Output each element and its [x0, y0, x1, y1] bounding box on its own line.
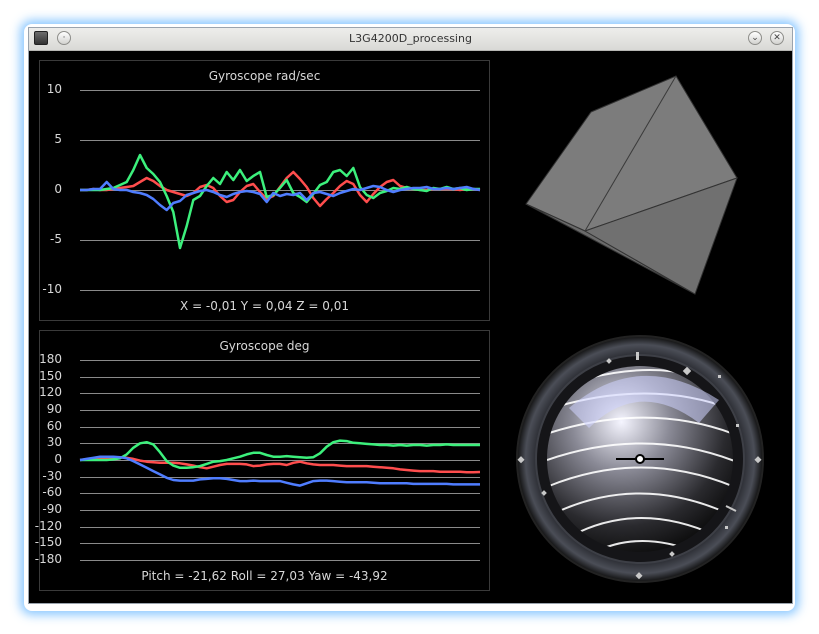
app-window: · L3G4200D_processing ⌄ ✕ Gyroscope rad/…: [28, 27, 793, 604]
title-bar[interactable]: · L3G4200D_processing ⌄ ✕: [29, 28, 792, 51]
gyro-rate-chart: Gyroscope rad/sec X = -0,01 Y = 0,04 Z =…: [39, 60, 490, 321]
gyro-angle-chart: Gyroscope deg Pitch = -21,62 Roll = 27,0…: [35, 330, 490, 591]
close-icon[interactable]: ✕: [770, 31, 784, 45]
plot-area: [80, 153, 481, 250]
cube-face-front: [525, 203, 696, 295]
plot-area: [79, 439, 481, 487]
attitude-indicator: [516, 335, 764, 583]
chevron-down-icon[interactable]: ⌄: [748, 31, 762, 45]
cube-face-top: [525, 75, 738, 232]
window-title: L3G4200D_processing: [349, 32, 472, 45]
series-y-line: [80, 153, 480, 250]
cube-face-right: [583, 177, 738, 295]
